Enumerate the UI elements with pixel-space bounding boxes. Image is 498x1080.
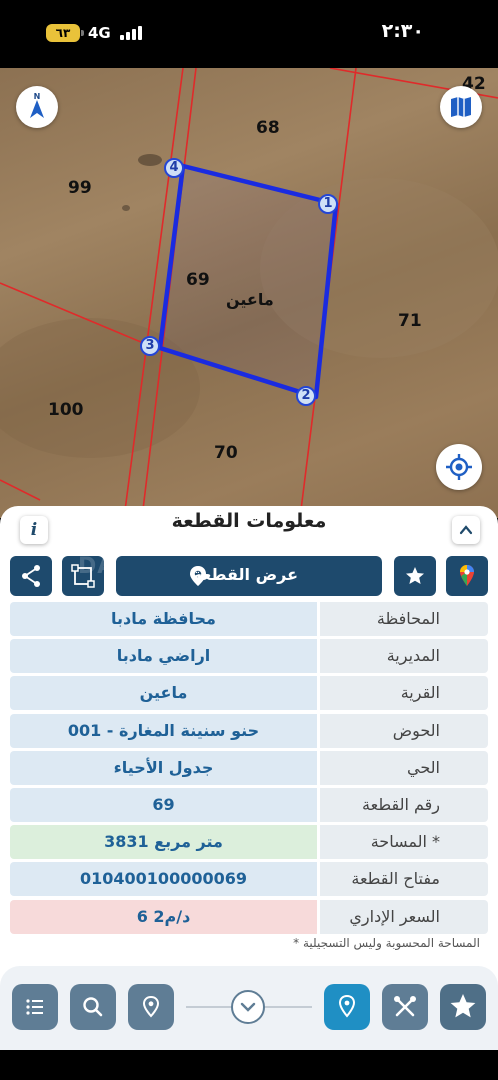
directorate-value: اراضي مادبا (10, 639, 317, 674)
table-row: حنو سنينة المغارة - 001 الحوض (10, 713, 488, 748)
plot-number-label: 68 (256, 118, 280, 138)
village-value: ماعين (10, 676, 317, 711)
view-parcel-button[interactable]: عرض القطعة (116, 556, 382, 596)
parcel-number-label: رقم القطعة (320, 787, 488, 822)
plot-number-label: 69 (186, 270, 210, 290)
neighborhood-label: الحي (320, 750, 488, 785)
chevron-down-icon (240, 1002, 256, 1012)
share-button[interactable] (10, 556, 52, 596)
vertex-marker[interactable]: 1 (318, 194, 338, 214)
chevron-up-icon (459, 525, 473, 535)
parcel-key-value: 010400100000069 (10, 862, 317, 897)
map-pin-active-icon (338, 994, 356, 1018)
satellite-map[interactable]: 42 68 99 69 71 100 70 ماعين 1 2 3 4 N (0, 68, 498, 518)
collapse-button[interactable] (452, 516, 480, 544)
gps-target-icon (446, 454, 472, 480)
svg-text:N: N (34, 92, 41, 101)
search-button[interactable] (70, 984, 116, 1030)
basin-value: حنو سنينة المغارة - 001 (10, 713, 317, 748)
map-layers-button[interactable] (440, 86, 482, 128)
table-row: جدول الأحياء الحي (10, 750, 488, 785)
tools-button[interactable] (382, 984, 428, 1030)
directorate-label: المديرية (320, 639, 488, 674)
neighborhood-value: جدول الأحياء (10, 750, 317, 785)
parcel-number-value: 69 (10, 787, 317, 822)
parcel-key-label: مفتاح القطعة (320, 862, 488, 897)
plot-number-label: 100 (48, 400, 84, 420)
signal-icon (120, 26, 146, 40)
basin-label: الحوض (320, 713, 488, 748)
panel-title: معلومات القطعة (171, 510, 327, 532)
vertex-marker[interactable]: 4 (164, 158, 184, 178)
parcel-details-table: محافظة مادبا المحافظة اراضي مادبا المدير… (10, 602, 488, 937)
view-parcel-label: عرض القطعة (192, 565, 298, 584)
table-row: 3831 متر مربع المساحة * (10, 825, 488, 860)
bottom-toolbar (0, 966, 498, 1050)
parcel-locate-button[interactable] (324, 984, 370, 1030)
area-value: 3831 متر مربع (10, 825, 317, 860)
star-icon (450, 994, 476, 1018)
panel-toggle-knob[interactable] (231, 990, 265, 1024)
table-row: اراضي مادبا المديرية (10, 639, 488, 674)
admin-price-label: السعر الإداري (320, 899, 488, 934)
table-row: 010400100000069 مفتاح القطعة (10, 862, 488, 897)
clock: ٢:٣٠ (381, 20, 424, 42)
map-icon (451, 97, 471, 117)
list-icon (26, 999, 43, 1015)
admin-price-value: 6 د/م2 (10, 899, 317, 934)
location-pin-icon (142, 995, 160, 1018)
favorites-button[interactable] (440, 984, 486, 1030)
status-bar: ٦٣ 4G ٢:٣٠ (0, 0, 498, 68)
battery-indicator: ٦٣ (46, 24, 84, 42)
district-label: ماعين (226, 290, 274, 309)
list-button[interactable] (12, 984, 58, 1030)
table-row: 6 د/م2 السعر الإداري (10, 899, 488, 934)
compass-button[interactable]: N (16, 86, 58, 128)
google-maps-pin-icon (460, 565, 474, 586)
compass-north-icon: N (30, 92, 44, 118)
parcel-info-panel: i معلومات القطعة DALEEL AQAR عر (0, 506, 498, 1006)
vertex-marker[interactable]: 3 (140, 336, 160, 356)
share-icon (22, 565, 40, 587)
home-indicator-area (0, 1050, 498, 1080)
village-label: القرية (320, 676, 488, 711)
tools-icon (394, 996, 416, 1017)
star-icon (406, 567, 424, 584)
plot-number-label: 71 (398, 311, 422, 331)
nearby-button[interactable] (128, 984, 174, 1030)
vertex-marker[interactable]: 2 (296, 386, 316, 406)
area-label: المساحة * (320, 825, 488, 860)
favorite-button[interactable] (394, 556, 436, 596)
area-footnote: * المساحة المحسوبة وليس التسجيلية (293, 936, 480, 950)
google-maps-button[interactable] (446, 556, 488, 596)
governorate-label: المحافظة (320, 602, 488, 636)
network-type: 4G (88, 24, 111, 42)
plot-number-label: 70 (214, 443, 238, 463)
governorate-value: محافظة مادبا (10, 602, 317, 636)
table-row: محافظة مادبا المحافظة (10, 602, 488, 636)
table-row: ماعين القرية (10, 676, 488, 711)
table-row: 69 رقم القطعة (10, 787, 488, 822)
my-location-button[interactable] (436, 444, 482, 490)
plot-number-label: 99 (68, 178, 92, 198)
search-icon (83, 997, 103, 1017)
